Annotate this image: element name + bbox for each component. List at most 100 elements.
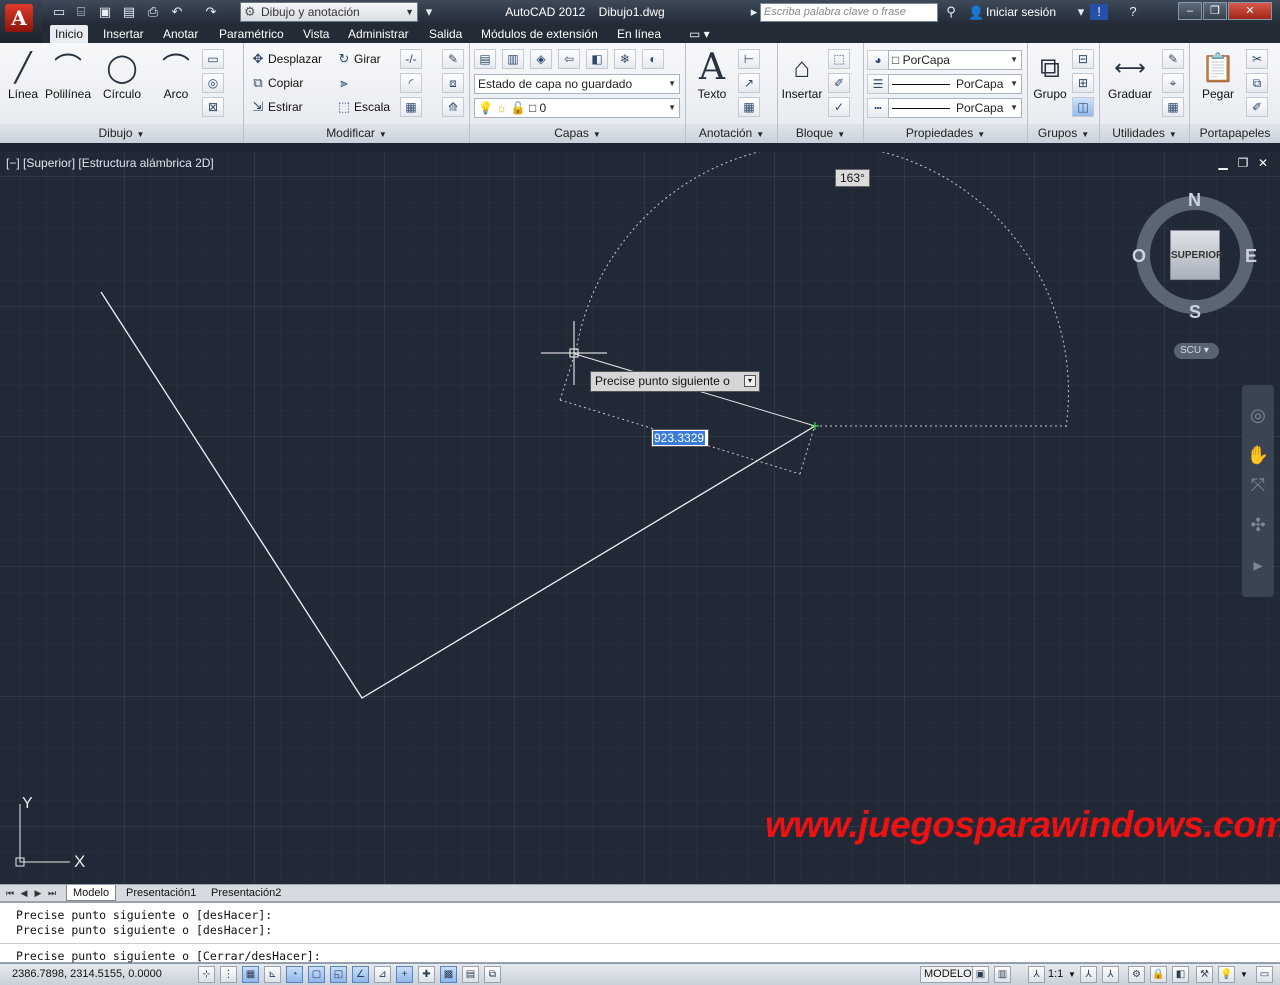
linea-button[interactable]: ╱ Línea (1, 49, 45, 101)
command-line[interactable]: Precise punto siguiente o [desHacer]: Pr… (0, 901, 1280, 963)
prev-tab-icon[interactable]: ◀ (18, 886, 30, 900)
auto-scale-icon[interactable]: ⅄ (1102, 966, 1119, 983)
pegar-button[interactable]: 📋 Pegar (1196, 49, 1240, 101)
save-icon[interactable]: ▣ (96, 4, 114, 20)
annotation-visibility-icon[interactable]: ⅄ (1080, 966, 1097, 983)
desplazar-button[interactable]: ✥ Desplazar (248, 49, 322, 69)
command-prompt[interactable]: Precise punto siguiente o [Cerrar/desHac… (16, 949, 321, 963)
annotation-scale-icon[interactable]: ⅄ (1028, 966, 1045, 983)
exchange-icon[interactable]: ! (1090, 4, 1108, 20)
open-file-icon[interactable]: ⌸ (72, 4, 90, 20)
estirar-button[interactable]: ⇲ Estirar (248, 97, 303, 117)
copy-clip-icon[interactable]: ⧉ (1246, 73, 1268, 93)
graduar-button[interactable]: ⟷ Graduar (1108, 49, 1152, 101)
offset-icon[interactable]: ⟰ (442, 97, 464, 117)
clean-screen-icon[interactable]: ▭ (1256, 966, 1273, 983)
color-dropdown[interactable]: □ PorCapa ▼ (888, 50, 1022, 70)
calculator-icon[interactable]: ▦ (1162, 97, 1184, 117)
chevron-down-icon[interactable]: ▾ (1072, 4, 1090, 20)
workspace-dropdown[interactable]: ⚙ Dibujo y anotación ▼ (240, 2, 418, 22)
transparency-icon[interactable]: ▩ (440, 966, 457, 983)
signin-button[interactable]: 👤 Iniciar sesión (968, 0, 1056, 25)
polilinea-button[interactable]: ⌒ Polilínea (45, 49, 91, 101)
quick-view-drawings-icon[interactable]: ▥ (994, 966, 1011, 983)
workspace-switch-icon[interactable]: ⚙ (1128, 966, 1145, 983)
redo-icon[interactable]: ↷ (202, 4, 220, 20)
viewport-close-icon[interactable]: ✕ (1256, 156, 1270, 170)
explode-icon[interactable]: ⧈ (442, 73, 464, 93)
compass-south[interactable]: S (1189, 302, 1201, 323)
match-properties-icon[interactable]: ◕ (867, 50, 889, 70)
ungroup-icon[interactable]: ⊟ (1072, 49, 1094, 69)
zoom-extents-icon[interactable]: ⤧ (1246, 473, 1270, 497)
ortho-mode-icon[interactable]: ⊾ (264, 966, 281, 983)
tab-presentacion1[interactable]: Presentación1 (120, 885, 202, 901)
tab-salida[interactable]: Salida (424, 25, 467, 43)
viewcube-face[interactable]: SUPERIOR (1170, 230, 1223, 280)
prompt-options-icon[interactable]: ▾ (744, 375, 756, 387)
grid-display-icon[interactable]: ▦ (242, 966, 259, 983)
edit-block-icon[interactable]: ✐ (828, 73, 850, 93)
coordinate-readout[interactable]: 2386.7898, 2314.5155, 0.0000 (12, 964, 162, 985)
layer-state-dropdown[interactable]: Estado de capa no guardado ▼ (474, 74, 680, 94)
selection-cycling-icon[interactable]: ⧉ (484, 966, 501, 983)
hatch-icon[interactable]: ◎ (202, 73, 224, 93)
dynamic-ucs-icon[interactable]: ⊿ (374, 966, 391, 983)
quick-view-layouts-icon[interactable]: ▣ (972, 966, 989, 983)
maximize-button[interactable]: ❐ (1203, 2, 1227, 20)
quick-properties-icon[interactable]: ▤ (462, 966, 479, 983)
compass-west[interactable]: O (1132, 246, 1146, 267)
lineweight-toggle-icon[interactable]: ✚ (418, 966, 435, 983)
pan-icon[interactable]: ✋ (1246, 443, 1270, 467)
isolate-objects-icon[interactable]: ◧ (1172, 966, 1189, 983)
undo-icon[interactable]: ↶ (168, 4, 186, 20)
tab-anotar[interactable]: Anotar (158, 25, 203, 43)
3d-osnap-icon[interactable]: ◱ (330, 966, 347, 983)
tab-vista[interactable]: Vista (298, 25, 334, 43)
texto-button[interactable]: A Texto (690, 49, 734, 102)
model-space-button[interactable]: MODELO (920, 966, 976, 983)
layer-isolate-icon[interactable]: ◧ (586, 49, 608, 69)
panel-title-portapapeles[interactable]: Portapapeles (1190, 124, 1280, 143)
tab-presentacion2[interactable]: Presentación2 (205, 885, 287, 901)
grupo-button[interactable]: ⧉ Grupo (1028, 49, 1072, 101)
tab-insertar[interactable]: Insertar (98, 25, 149, 43)
save-as-icon[interactable]: ▤ (120, 4, 138, 20)
ribbon-minimize-icon[interactable]: ▭ ▾ (684, 25, 715, 43)
status-menu-icon[interactable]: ▼ (1240, 964, 1248, 985)
hardware-acceleration-icon[interactable]: ⚒ (1196, 966, 1213, 983)
panel-title-utilidades[interactable]: Utilidades ▼ (1100, 124, 1189, 143)
leader-icon[interactable]: ↗ (738, 73, 760, 93)
tab-en-linea[interactable]: En línea (612, 25, 666, 43)
tab-modulos-extension[interactable]: Módulos de extensión (476, 25, 603, 43)
print-icon[interactable]: ⎙ (144, 4, 162, 20)
group-edit-icon[interactable]: ⊞ (1072, 73, 1094, 93)
select-all-icon[interactable]: ⌖ (1162, 73, 1184, 93)
linetype-icon[interactable]: ┅ (867, 98, 889, 118)
panel-title-bloque[interactable]: Bloque ▼ (778, 124, 863, 143)
viewport-minimize-icon[interactable]: ▁ (1216, 156, 1230, 170)
escala-button[interactable]: ⬚ Escala (334, 97, 390, 117)
dimension-icon[interactable]: ⊢ (738, 49, 760, 69)
panel-title-capas[interactable]: Capas ▼ (470, 124, 685, 143)
lock-ui-icon[interactable]: 🔒 (1150, 966, 1167, 983)
tab-modelo[interactable]: Modelo (66, 885, 117, 901)
first-tab-icon[interactable]: ⏮ (4, 886, 16, 900)
copiar-button[interactable]: ⧉ Copiar (248, 73, 303, 93)
tab-administrar[interactable]: Administrar (343, 25, 414, 43)
panel-title-propiedades[interactable]: Propiedades ▼ (864, 124, 1027, 143)
new-file-icon[interactable]: ▭ (50, 4, 68, 20)
minimize-button[interactable]: – (1178, 2, 1202, 20)
compass-north[interactable]: N (1188, 190, 1201, 211)
block-attribute-icon[interactable]: ✓ (828, 97, 850, 117)
orbit-icon[interactable]: ✣ (1246, 513, 1270, 537)
layer-dropdown[interactable]: 💡 ☼ 🔓 □ 0 ▼ (474, 98, 680, 118)
polar-tracking-icon[interactable]: ◔ (286, 966, 303, 983)
panel-title-dibujo[interactable]: Dibujo ▼ (0, 124, 243, 143)
help-icon[interactable]: ? (1124, 4, 1142, 20)
annotation-scale-value[interactable]: 1:1 (1048, 964, 1063, 985)
compass-east[interactable]: E (1245, 246, 1257, 267)
group-select-icon[interactable]: ◫ (1072, 97, 1094, 117)
next-tab-icon[interactable]: ▶ (32, 886, 44, 900)
panel-title-grupos[interactable]: Grupos ▼ (1028, 124, 1099, 143)
